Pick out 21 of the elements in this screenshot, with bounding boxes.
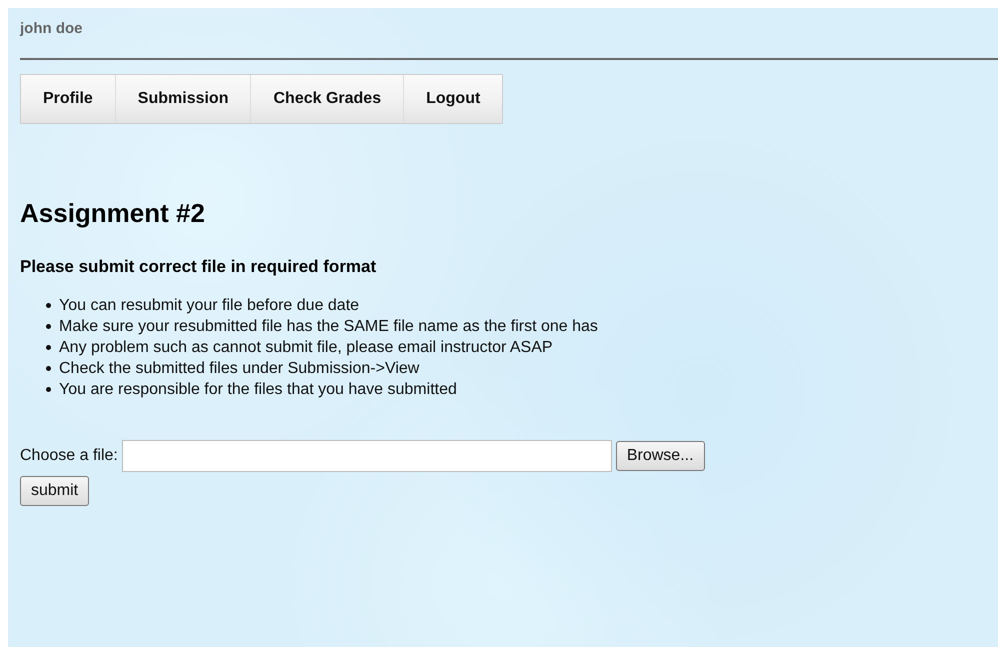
- note-text: You can resubmit your file before due date: [59, 296, 360, 316]
- nav-tab[interactable]: Logout: [404, 75, 502, 123]
- browse-button[interactable]: Browse...: [616, 441, 705, 471]
- field-label: Choose a file:: [20, 447, 118, 465]
- file-field[interactable]: [122, 440, 612, 472]
- note-text: Make sure your resubmitted file has the SAME file name as the first one has: [59, 317, 598, 337]
- nav-tab[interactable]: Profile: [21, 75, 115, 123]
- bullet-icon: [46, 303, 51, 308]
- bullet-icon: [46, 345, 51, 350]
- instructions-heading: Please submit correct file in required format: [20, 257, 378, 277]
- note-text: Any problem such as cannot submit file, please email instructor ASAP: [59, 338, 553, 358]
- bullet-icon: [46, 366, 51, 371]
- nav-tab[interactable]: Check Grades: [251, 75, 404, 123]
- bullet-icon: [46, 324, 51, 329]
- bullet-icon: [46, 387, 51, 392]
- note-text: You are responsible for the files that you have submitted: [59, 380, 457, 400]
- note-text: Check the submitted files under Submission->View: [59, 359, 420, 379]
- submit-button[interactable]: submit: [20, 476, 90, 506]
- page-heading: Assignment #2: [20, 198, 206, 229]
- nav-tab[interactable]: Submission: [116, 75, 250, 123]
- user-name: john doe: [20, 20, 84, 39]
